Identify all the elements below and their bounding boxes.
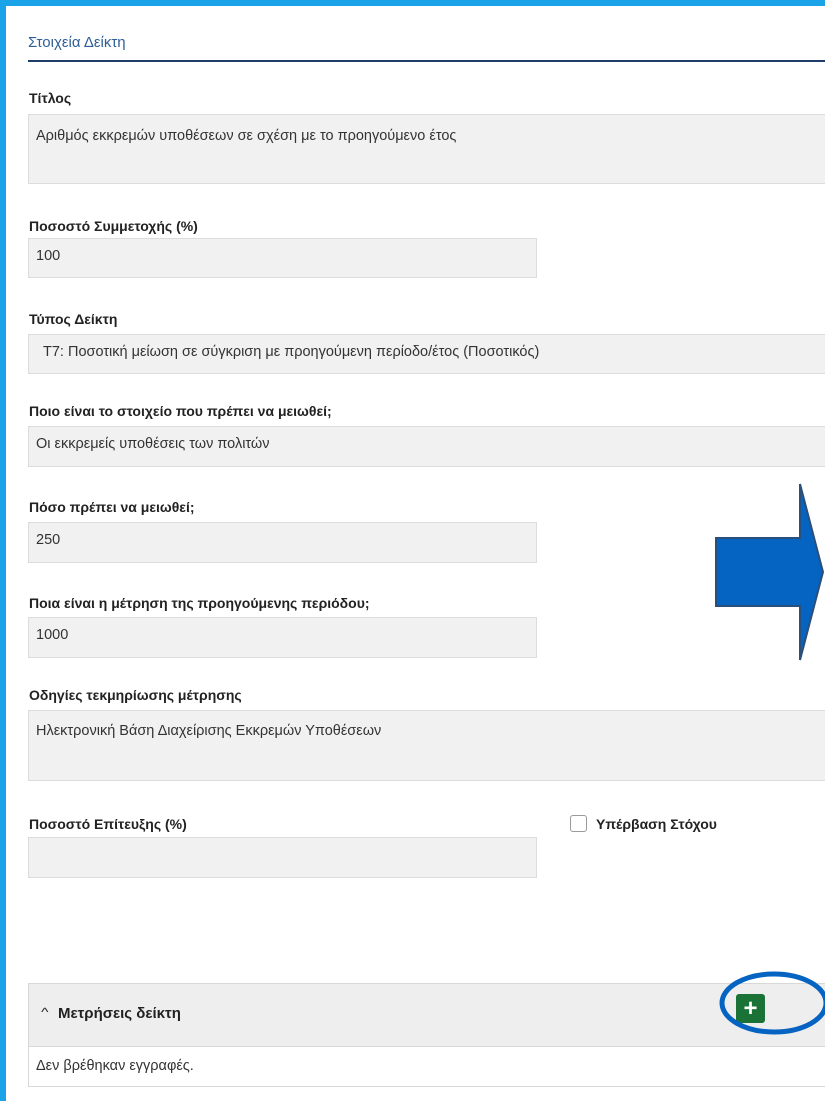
achievement-field[interactable] xyxy=(28,837,537,878)
arrow-right-icon xyxy=(715,483,825,661)
participation-label: Ποσοστό Συμμετοχής (%) xyxy=(29,218,198,234)
previous-measurement-field[interactable]: 1000 xyxy=(28,617,537,658)
documentation-field[interactable]: Ηλεκτρονική Βάση Διαχείρισης Εκκρεμών Υπ… xyxy=(28,710,825,781)
reduce-amount-field[interactable]: 250 xyxy=(28,522,537,563)
element-label: Ποιο είναι το στοιχείο που πρέπει να μει… xyxy=(29,403,332,419)
achievement-label: Ποσοστό Επίτευξης (%) xyxy=(29,816,187,832)
section-divider xyxy=(28,60,825,62)
documentation-label: Οδηγίες τεκμηρίωσης μέτρησης xyxy=(29,687,242,703)
element-field[interactable]: Οι εκκρεμείς υποθέσεις των πολιτών xyxy=(28,426,825,467)
participation-field[interactable]: 100 xyxy=(28,238,537,278)
indicator-type-field[interactable]: Τ7: Ποσοτική μείωση σε σύγκριση με προηγ… xyxy=(28,334,825,374)
measurements-panel-title: Μετρήσεις δείκτη xyxy=(58,1005,181,1022)
title-field[interactable]: Αριθμός εκκρεμών υποθέσεων σε σχέση με τ… xyxy=(28,114,825,184)
exceed-target-option[interactable]: Υπέρβαση Στόχου xyxy=(570,815,717,832)
reduce-amount-label: Πόσο πρέπει να μειωθεί; xyxy=(29,499,195,515)
exceed-target-label: Υπέρβαση Στόχου xyxy=(596,815,717,832)
chevron-up-icon[interactable]: ^ xyxy=(41,1005,48,1019)
highlight-ellipse xyxy=(719,971,825,1035)
indicator-type-label: Τύπος Δείκτη xyxy=(29,311,118,327)
section-title: Στοιχεία Δείκτη xyxy=(28,34,126,51)
measurements-panel-header[interactable]: ^ Μετρήσεις δείκτη xyxy=(28,983,825,1047)
measurements-empty-message: Δεν βρέθηκαν εγγραφές. xyxy=(28,1047,825,1087)
previous-measurement-label: Ποια είναι η μέτρηση της προηγούμενης πε… xyxy=(29,595,370,611)
exceed-target-checkbox[interactable] xyxy=(570,815,587,832)
title-label: Τίτλος xyxy=(29,90,72,106)
